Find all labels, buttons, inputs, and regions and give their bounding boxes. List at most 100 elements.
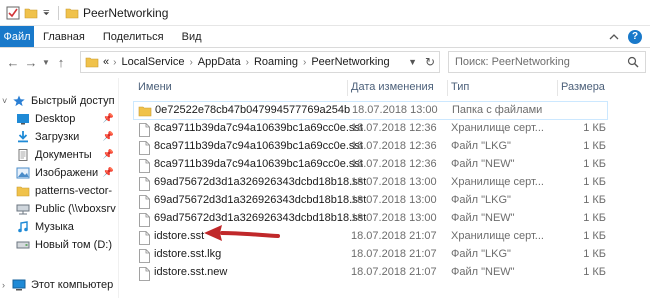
file-row[interactable]: 69ad75672d3d1a326926343dcbd18b18.sst 18.0…	[133, 174, 608, 193]
help-icon[interactable]: ?	[628, 29, 642, 44]
column-header-name[interactable]: Имени	[138, 81, 172, 93]
breadcrumb-separator: ›	[302, 56, 307, 68]
back-arrow-icon[interactable]: ←	[4, 53, 22, 71]
breadcrumb-appdata[interactable]: AppData	[198, 56, 241, 68]
file-type: Файл "LKG"	[451, 248, 511, 260]
file-name: idstore.sst.lkg	[154, 248, 222, 260]
breadcrumb-localservice[interactable]: LocalService	[121, 56, 184, 68]
sidebar-item-desktop[interactable]: Desktop 📌	[16, 110, 118, 128]
sidebar-item-downloads[interactable]: Загрузки 📌	[16, 128, 118, 146]
chevron-down-icon[interactable]: ˅	[2, 96, 12, 106]
column-separator[interactable]	[347, 80, 348, 96]
breadcrumb-roaming[interactable]: Roaming	[254, 56, 298, 68]
title-bar: PeerNetworking	[0, 0, 650, 26]
tab-share[interactable]: Поделиться	[94, 26, 173, 47]
drive-icon	[16, 241, 30, 249]
file-row[interactable]: 69ad75672d3d1a326926343dcbd18b18.sst 18.0…	[133, 192, 608, 211]
chevron-up-icon[interactable]	[608, 31, 620, 43]
pane-divider[interactable]	[118, 78, 119, 298]
tab-view[interactable]: Вид	[173, 26, 211, 47]
column-separator[interactable]	[557, 80, 558, 96]
recent-locations-icon[interactable]: ▼	[40, 53, 52, 71]
file-icon	[139, 176, 150, 191]
search-placeholder: Поиск: PeerNetworking	[455, 56, 570, 68]
navigation-pane: ˅ Быстрый доступ Desktop 📌 Загрузки 📌 До…	[0, 78, 118, 298]
column-header-type[interactable]: Тип	[451, 81, 469, 93]
file-size: 1 КБ	[583, 122, 606, 134]
sidebar-item-pictures[interactable]: Изображени 📌	[16, 164, 118, 182]
file-date: 18.07.2018 21:07	[351, 230, 437, 242]
file-size: 1 КБ	[583, 248, 606, 260]
file-date: 18.07.2018 13:00	[352, 104, 438, 116]
file-name: 69ad75672d3d1a326926343dcbd18b18.sst	[154, 176, 367, 188]
window-title: PeerNetworking	[83, 5, 169, 20]
pin-icon[interactable]: 📌	[103, 113, 114, 124]
sidebar-item-label: Desktop	[35, 113, 76, 125]
address-bar[interactable]: « › LocalService › AppData › Roaming › P…	[80, 51, 440, 73]
search-input[interactable]: Поиск: PeerNetworking	[448, 51, 646, 73]
sidebar-item-label: Изображени	[35, 167, 99, 179]
sidebar-item-public-share[interactable]: Public (\\vboxsrv	[16, 200, 118, 218]
file-row[interactable]: 8ca9711b39da7c94a10639bc1a69cc0e.sst 18.0…	[133, 120, 608, 139]
file-date: 18.07.2018 12:36	[351, 122, 437, 134]
file-row[interactable]: idstore.sst.new 18.07.2018 21:07 Файл "NEW…	[133, 264, 608, 283]
file-icon	[139, 266, 150, 281]
folder-icon[interactable]	[24, 6, 38, 20]
tab-file[interactable]: Файл	[0, 26, 34, 47]
file-icon	[139, 140, 150, 155]
up-arrow-icon[interactable]: ↑	[52, 53, 70, 71]
sidebar-item-patterns-vector[interactable]: patterns-vector-	[16, 182, 118, 200]
file-size: 1 КБ	[583, 194, 606, 206]
refresh-icon[interactable]: ↻	[425, 55, 435, 69]
file-icon	[139, 194, 150, 209]
checklist-icon[interactable]	[6, 6, 20, 20]
column-headers: Имени Дата изменения Тип Размера	[120, 78, 650, 98]
file-type: Файл "LKG"	[451, 194, 511, 206]
breadcrumb-peernetworking[interactable]: PeerNetworking	[311, 56, 389, 68]
chevron-right-icon[interactable]: ›	[2, 280, 12, 290]
file-name: 8ca9711b39da7c94a10639bc1a69cc0e.sst	[154, 158, 363, 170]
file-name: idstore.sst.new	[154, 266, 228, 278]
file-name: idstore.sst	[154, 230, 205, 242]
breadcrumb-separator: ›	[113, 56, 117, 68]
music-icon	[18, 221, 28, 233]
sidebar-item-documents[interactable]: Документы 📌	[16, 146, 118, 164]
sidebar-item-label: Этот компьютер	[31, 279, 114, 291]
file-icon	[139, 248, 150, 263]
file-row[interactable]: 8ca9711b39da7c94a10639bc1a69cc0e.sst 18.0…	[133, 156, 608, 175]
file-size: 1 КБ	[583, 140, 606, 152]
pin-icon[interactable]: 📌	[103, 149, 114, 160]
sidebar-item-label: patterns-vector-	[35, 185, 113, 197]
file-name: 8ca9711b39da7c94a10639bc1a69cc0e.sst	[154, 140, 363, 152]
column-header-date[interactable]: Дата изменения	[351, 81, 434, 93]
file-type: Хранилище серт...	[451, 176, 544, 188]
desktop-icon	[17, 114, 29, 125]
file-size: 1 КБ	[583, 212, 606, 224]
tab-home[interactable]: Главная	[34, 26, 94, 47]
documents-icon	[18, 149, 28, 161]
file-name: 0e72522e78cb47b047994577769a254b	[155, 104, 351, 116]
address-dropdown-icon[interactable]: ▼	[408, 57, 417, 67]
breadcrumb-overflow[interactable]: «	[103, 56, 109, 68]
file-row[interactable]: 8ca9711b39da7c94a10639bc1a69cc0e.sst 18.0…	[133, 138, 608, 157]
file-row[interactable]: idstore.sst.lkg 18.07.2018 21:07 Файл "LKG…	[133, 246, 608, 265]
column-separator[interactable]	[447, 80, 448, 96]
downloads-icon	[18, 131, 28, 143]
chevron-down-icon[interactable]	[42, 6, 52, 20]
navigation-bar: ← → ▼ ↑ « › LocalService › AppData › Roa…	[0, 48, 650, 76]
sidebar-item-music[interactable]: Музыка	[16, 218, 118, 236]
sidebar-item-quick-access[interactable]: ˅ Быстрый доступ	[0, 92, 118, 110]
pin-icon[interactable]: 📌	[103, 167, 114, 178]
sidebar-item-this-pc[interactable]: › Этот компьютер	[0, 276, 118, 294]
file-type: Файл "NEW"	[451, 158, 515, 170]
column-header-size[interactable]: Размера	[561, 81, 605, 93]
red-arrow-annotation	[204, 225, 280, 241]
forward-arrow-icon[interactable]: →	[22, 53, 40, 71]
title-separator	[58, 5, 59, 20]
sidebar-item-drive-d[interactable]: Новый том (D:)	[16, 236, 118, 254]
sidebar-item-label: Документы	[35, 149, 92, 161]
folder-row[interactable]: 0e72522e78cb47b047994577769a254b 18.07.20…	[133, 101, 608, 120]
pin-icon[interactable]: 📌	[103, 131, 114, 142]
file-date: 18.07.2018 12:36	[351, 140, 437, 152]
network-drive-icon	[16, 204, 30, 215]
